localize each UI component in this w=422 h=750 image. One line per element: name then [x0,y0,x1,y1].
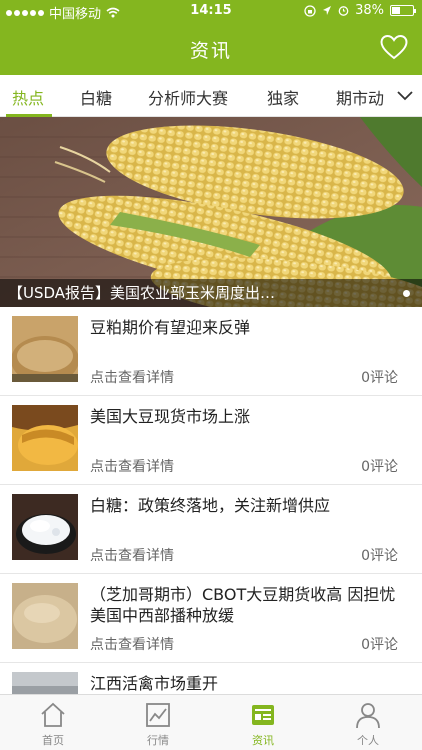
news-item[interactable]: 白糖：政策终落地，关注新增供应 点击查看详情 0评论 [0,485,422,574]
rotation-lock-icon [304,4,316,17]
tabbar-news[interactable]: 资讯 [228,701,298,748]
news-item[interactable]: 美国大豆现货市场上涨 点击查看详情 0评论 [0,396,422,485]
news-icon [252,705,274,725]
heart-outline-icon[interactable] [380,34,408,60]
page-title: 资讯 [189,40,232,62]
featured-banner[interactable]: 【USDA报告】美国农业部玉米周度出… [0,117,422,307]
news-item[interactable]: 豆粕期价有望迎来反弹 点击查看详情 0评论 [0,307,422,396]
tab-sugar[interactable]: 白糖 [80,85,112,109]
news-title: 江西活禽市场重开 [90,674,219,693]
news-comment-count: 0评论 [361,459,398,475]
person-icon [356,703,380,729]
battery-percent: 38% [355,3,384,18]
news-detail-link[interactable]: 点击查看详情 [90,634,174,654]
category-tabs: 热点 白糖 分析师大赛 独家 期市动 [0,75,422,117]
news-title: 豆粕期价有望迎来反弹 [90,318,251,337]
news-detail-link[interactable]: 点击查看详情 [90,545,174,565]
tab-analyst-contest[interactable]: 分析师大赛 [148,85,228,109]
tabbar-market[interactable]: 行情 [123,701,193,748]
news-title: 美国大豆现货市场上涨 [90,407,251,426]
news-list: 豆粕期价有望迎来反弹 点击查看详情 0评论 美国大豆现货市场上涨 点击查看详情 … [0,307,422,750]
tabbar-label: 资讯 [252,734,274,747]
news-comment-count: 0评论 [361,548,398,564]
news-detail-link[interactable]: 点击查看详情 [90,367,174,387]
carousel-indicator [403,290,410,297]
tabbar-label: 行情 [147,734,169,747]
chart-icon [146,703,170,727]
news-thumbnail [12,405,78,471]
news-comment-count: 0评论 [361,637,398,653]
news-title: （芝加哥期市）CBOT大豆期货收高 因担忧美国中西部播种放缓 [90,585,396,625]
banner-caption: 【USDA报告】美国农业部玉米周度出… [0,279,422,307]
news-title: 白糖：政策终落地，关注新增供应 [90,496,331,515]
tab-exclusive[interactable]: 独家 [267,85,299,109]
tabbar-profile[interactable]: 个人 [333,701,403,748]
app-header: 中国移动 14:15 38% 资讯 [0,0,422,75]
home-icon [41,702,65,727]
bottom-tab-bar: 首页 行情 资讯 个人 [0,694,422,750]
alarm-icon [338,6,349,16]
news-thumbnail [12,583,78,649]
news-comment-count: 0评论 [361,370,398,386]
tab-market-news[interactable]: 期市动 [336,85,384,109]
status-icons: 38% [304,3,416,18]
news-detail-link[interactable]: 点击查看详情 [90,456,174,476]
news-thumbnail [12,494,78,560]
chevron-down-icon[interactable] [396,87,414,103]
status-bar: 中国移动 14:15 38% [0,0,422,24]
tabbar-label: 个人 [357,734,379,747]
news-thumbnail [12,316,78,382]
tab-hot[interactable]: 热点 [12,85,44,109]
news-item[interactable]: （芝加哥期市）CBOT大豆期货收高 因担忧美国中西部播种放缓 点击查看详情 0评… [0,574,422,663]
battery-icon [390,5,416,16]
location-icon [323,6,332,15]
tabbar-label: 首页 [42,734,64,747]
tabbar-home[interactable]: 首页 [18,701,88,748]
